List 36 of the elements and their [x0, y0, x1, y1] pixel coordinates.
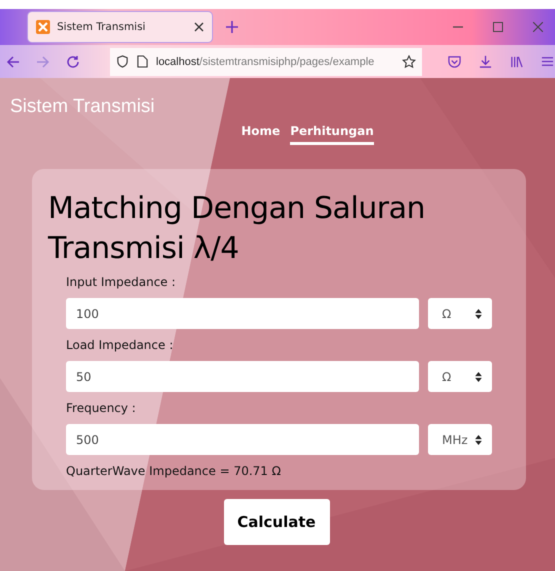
sort-arrows-icon — [475, 308, 482, 318]
page-icon — [137, 55, 148, 68]
shield-icon — [116, 55, 129, 68]
field-label: Frequency : — [66, 401, 137, 415]
unit-select[interactable]: Ω — [428, 361, 492, 392]
address-bar[interactable]: localhost/sistemtransmisiphp/pages/example — [110, 48, 422, 76]
field-label: Input Impedance : — [66, 275, 177, 289]
app-logo-icon — [36, 20, 50, 34]
field-label: Load Impedance : — [66, 338, 174, 352]
back-icon[interactable] — [6, 54, 20, 68]
site-title: Sistem Transmisi — [9, 96, 156, 118]
unit-select[interactable]: MHz — [428, 424, 492, 455]
star-icon[interactable] — [402, 54, 416, 68]
reload-icon[interactable] — [66, 54, 80, 68]
library-icon[interactable] — [510, 55, 523, 68]
calculate-button[interactable]: Calculate — [224, 499, 330, 545]
pocket-icon[interactable] — [448, 55, 461, 68]
menu-icon[interactable] — [541, 55, 554, 68]
input-field[interactable]: 100 — [66, 298, 419, 329]
close-icon[interactable] — [194, 22, 204, 32]
sort-arrows-icon — [475, 372, 482, 382]
page-heading: Matching Dengan Saluran Transmisi λ/4 — [48, 190, 426, 268]
url-host: localhost — [156, 56, 200, 68]
sort-arrows-icon — [475, 434, 482, 444]
input-field[interactable]: 50 — [66, 361, 419, 392]
download-icon[interactable] — [479, 55, 492, 68]
new-tab-icon[interactable] — [226, 21, 238, 33]
tab-title: Sistem Transmisi — [57, 21, 146, 33]
nav-link[interactable]: Perhitungan — [290, 124, 374, 145]
browser-tab[interactable]: Sistem Transmisi — [28, 12, 212, 42]
url-path: /sistemtransmisiphp/pages/example — [199, 56, 374, 68]
unit-select[interactable]: Ω — [428, 298, 492, 329]
maximize-icon[interactable] — [493, 22, 503, 32]
input-field[interactable]: 500 — [66, 424, 419, 455]
nav-link[interactable]: Home — [241, 124, 280, 145]
result-text: QuarterWave Impedance = 70.71 Ω — [66, 464, 282, 478]
